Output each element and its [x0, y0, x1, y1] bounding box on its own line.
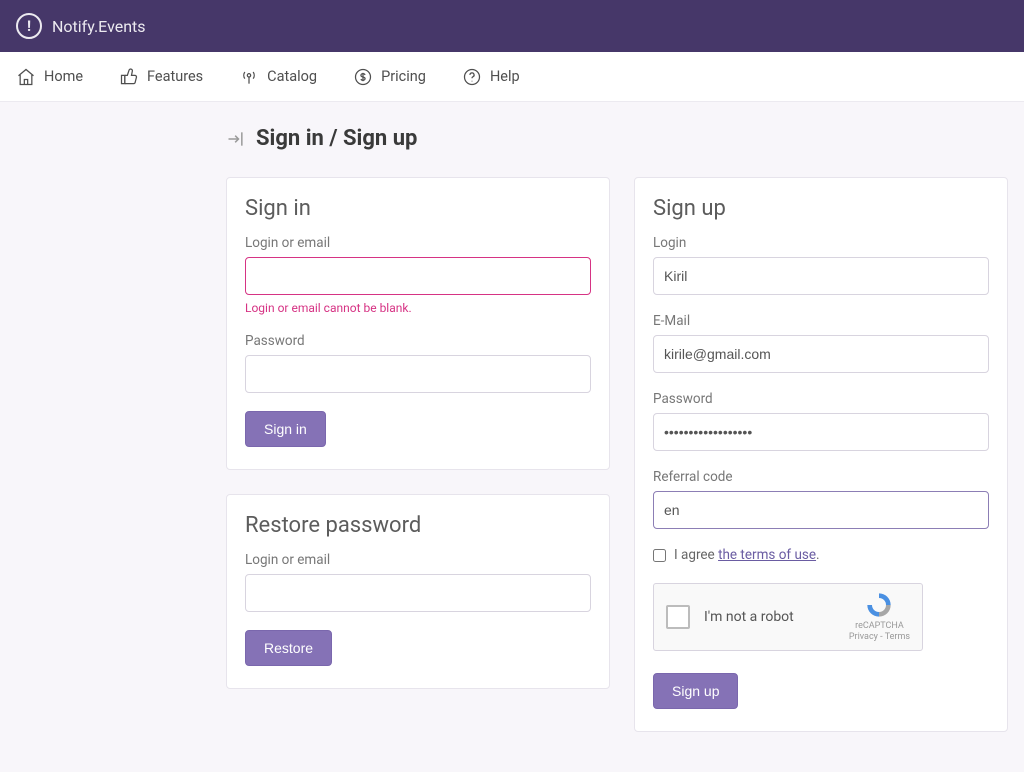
main-nav: Home Features Catalog Pricing Help	[0, 52, 1024, 102]
signin-password-field: Password	[245, 333, 591, 393]
signin-login-label: Login or email	[245, 235, 591, 251]
nav-label: Features	[147, 68, 203, 85]
signup-login-field: Login	[653, 235, 989, 295]
signup-password-label: Password	[653, 391, 989, 407]
page-title-row: Sign in / Sign up	[226, 126, 1008, 151]
signup-title: Sign up	[653, 196, 989, 221]
signup-agree-row: I agree the terms of use.	[653, 547, 989, 563]
thumbs-up-icon	[119, 67, 139, 87]
recaptcha-meta: Privacy - Terms	[849, 632, 910, 643]
signup-referral-label: Referral code	[653, 469, 989, 485]
restore-login-label: Login or email	[245, 552, 591, 568]
signin-password-input[interactable]	[245, 355, 591, 393]
signup-agree-suffix: .	[816, 547, 820, 563]
restore-login-input[interactable]	[245, 574, 591, 612]
recaptcha-badge: reCAPTCHA Privacy - Terms	[849, 591, 910, 643]
nav-help[interactable]: Help	[462, 67, 520, 87]
signup-referral-input[interactable]	[653, 491, 989, 529]
signup-agree-prefix: I agree	[674, 547, 718, 563]
restore-button[interactable]: Restore	[245, 630, 332, 666]
nav-catalog[interactable]: Catalog	[239, 67, 317, 87]
nav-label: Pricing	[381, 68, 426, 85]
signup-password-field: Password	[653, 391, 989, 451]
signin-password-label: Password	[245, 333, 591, 349]
brand[interactable]: Notify.Events	[16, 13, 146, 39]
signup-referral-field: Referral code	[653, 469, 989, 529]
dollar-circle-icon	[353, 67, 373, 87]
broadcast-icon	[239, 67, 259, 87]
restore-card: Restore password Login or email Restore	[226, 494, 610, 689]
signup-password-input[interactable]	[653, 413, 989, 451]
nav-label: Catalog	[267, 68, 317, 85]
nav-pricing[interactable]: Pricing	[353, 67, 426, 87]
recaptcha-brand: reCAPTCHA	[849, 621, 910, 632]
home-icon	[16, 67, 36, 87]
terms-link[interactable]: the terms of use	[718, 547, 816, 563]
signup-card: Sign up Login E-Mail Password Referral c…	[634, 177, 1008, 732]
nav-label: Help	[490, 68, 520, 85]
signup-email-field: E-Mail	[653, 313, 989, 373]
recaptcha-logo-icon	[865, 591, 893, 619]
signup-email-input[interactable]	[653, 335, 989, 373]
nav-label: Home	[44, 68, 83, 85]
restore-login-field: Login or email	[245, 552, 591, 612]
brand-logo-icon	[16, 13, 42, 39]
brand-text: Notify.Events	[52, 17, 146, 36]
restore-title: Restore password	[245, 513, 591, 538]
nav-home[interactable]: Home	[16, 67, 83, 87]
recaptcha-label: I'm not a robot	[704, 609, 835, 625]
content: Sign in / Sign up Sign in Login or email…	[0, 102, 1024, 772]
signup-login-label: Login	[653, 235, 989, 251]
signin-login-input[interactable]	[245, 257, 591, 295]
signin-card: Sign in Login or email Login or email ca…	[226, 177, 610, 470]
nav-features[interactable]: Features	[119, 67, 203, 87]
signup-email-label: E-Mail	[653, 313, 989, 329]
signin-title: Sign in	[245, 196, 591, 221]
signin-login-field: Login or email Login or email cannot be …	[245, 235, 591, 315]
signup-agree-text: I agree the terms of use.	[674, 547, 820, 563]
signin-arrow-icon	[226, 129, 246, 149]
help-circle-icon	[462, 67, 482, 87]
signin-login-error: Login or email cannot be blank.	[245, 301, 591, 315]
signup-button[interactable]: Sign up	[653, 673, 738, 709]
app-header: Notify.Events	[0, 0, 1024, 52]
page-title: Sign in / Sign up	[256, 126, 417, 151]
recaptcha-widget: I'm not a robot reCAPTCHA Privacy - Term…	[653, 583, 923, 651]
recaptcha-checkbox[interactable]	[666, 605, 690, 629]
signup-login-input[interactable]	[653, 257, 989, 295]
signin-button[interactable]: Sign in	[245, 411, 326, 447]
signup-agree-checkbox[interactable]	[653, 549, 666, 562]
